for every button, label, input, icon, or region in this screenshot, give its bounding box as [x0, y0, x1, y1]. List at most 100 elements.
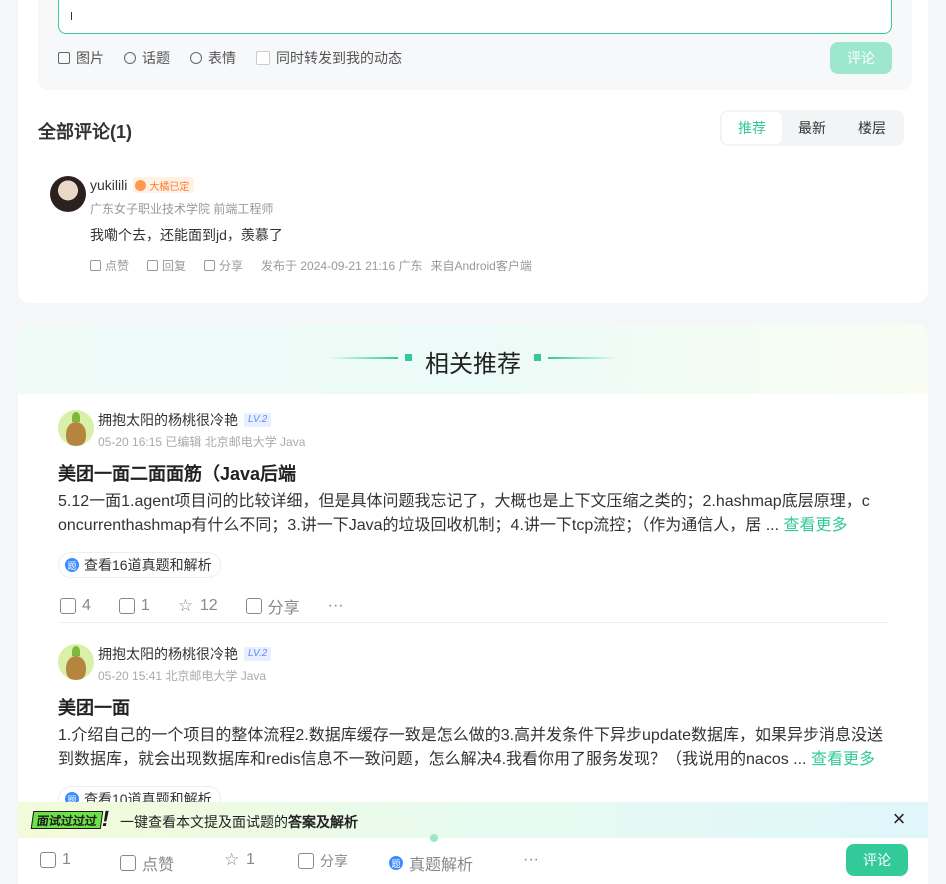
- post-author: 拥抱太阳的杨桃很冷艳 LV.2: [98, 644, 272, 664]
- bottom-share-button[interactable]: 分享: [298, 851, 348, 871]
- bottom-star-button[interactable]: ☆ 1: [224, 851, 255, 869]
- bottom-like-label: 点赞: [142, 857, 175, 874]
- tab-latest[interactable]: 最新: [782, 112, 842, 144]
- post-body-line: 到数据库，就会出现数据库和redis信息不一致问题，怎么解决4.我看你用了服务发…: [58, 751, 811, 768]
- list-item[interactable]: 拥抱太阳的杨桃很冷艳 LV.2 05-20 15:41 北京邮电大学 Java …: [58, 644, 888, 812]
- star-icon: ☆: [224, 850, 240, 869]
- topic-button[interactable]: 话题: [124, 48, 170, 68]
- comment-share-button[interactable]: 分享: [204, 257, 243, 274]
- questions-link[interactable]: 题 查看16道真题和解析: [58, 552, 221, 578]
- post-body: 5.12一面1.agent项目问的比较详细，但是具体问题我忘记了，大概也是上下文…: [58, 490, 888, 538]
- share-icon: [245, 598, 262, 614]
- topic-label: 话题: [142, 50, 170, 66]
- level-badge: LV.2: [244, 413, 272, 427]
- header-square-right: [534, 354, 541, 361]
- share-label: 分享: [267, 600, 300, 617]
- indicator-dot: [430, 834, 438, 842]
- post-body-line: oncurrenthashmap有什么不同；3.讲一下Java的垃圾回收机制；4…: [58, 517, 784, 534]
- question-icon: 题: [65, 558, 79, 572]
- share-button[interactable]: 分享: [245, 594, 300, 618]
- repost-checkbox[interactable]: 同时转发到我的动态: [256, 48, 402, 68]
- post-body-line: 5.12一面1.agent项目问的比较详细，但是具体问题我忘记了，大概也是上下文…: [58, 493, 870, 510]
- share-icon: [298, 853, 314, 869]
- header-line-right: [548, 357, 618, 359]
- comment-author-subtitle: 广东女子职业技术学院 前端工程师: [90, 202, 274, 216]
- comment-button[interactable]: 1: [118, 597, 150, 615]
- post-meta: 05-20 16:15 已编辑 北京邮电大学 Java: [98, 435, 306, 449]
- thumbs-up-icon: [60, 598, 76, 614]
- reply-icon: [147, 260, 159, 271]
- bottom-share-label: 分享: [320, 853, 348, 869]
- list-item[interactable]: 拥抱太阳的杨桃很冷艳 LV.2 05-20 16:15 已编辑 北京邮电大学 J…: [58, 410, 888, 617]
- thumbs-up-icon: [90, 260, 101, 271]
- more-button[interactable]: ···: [328, 597, 344, 615]
- comment-username[interactable]: yukilili: [90, 177, 127, 193]
- author-name[interactable]: 拥抱太阳的杨桃很冷艳: [98, 410, 238, 430]
- post-actions: 4 1 ☆ 12 分享 ···: [60, 594, 344, 618]
- bottom-comment-button[interactable]: 1: [40, 851, 71, 869]
- avatar[interactable]: [58, 410, 94, 446]
- editor-toolbar: 图片 话题 表情 同时转发到我的动态: [58, 48, 402, 68]
- post-title[interactable]: 美团一面: [58, 694, 130, 720]
- bottom-more-button[interactable]: ···: [523, 851, 539, 869]
- comment-like-button[interactable]: 点赞: [90, 257, 129, 274]
- text-caret: [71, 12, 72, 20]
- repost-label: 同时转发到我的动态: [276, 50, 402, 66]
- badge-label: 大橘已定: [149, 181, 190, 193]
- image-button[interactable]: 图片: [58, 48, 104, 68]
- post-title[interactable]: 美团一面二面面筋（Java后端: [58, 460, 296, 486]
- promo-tag: 面试过过过: [30, 811, 104, 829]
- comment-author: yukilili 大橘已定: [90, 177, 195, 193]
- author-name[interactable]: 拥抱太阳的杨桃很冷艳: [98, 644, 238, 664]
- see-more-link[interactable]: 查看更多: [811, 751, 875, 768]
- star-button[interactable]: ☆ 12: [178, 597, 218, 615]
- tab-floor[interactable]: 楼层: [842, 112, 902, 144]
- checkbox-box[interactable]: [256, 51, 270, 65]
- comment-client: 来自Android客户端: [430, 259, 532, 273]
- badge-icon: [135, 179, 147, 191]
- promo-banner[interactable]: 面试过过过 ! 一键查看本文提及面试题的答案及解析 ×: [18, 802, 928, 838]
- post-author: 拥抱太阳的杨桃很冷艳 LV.2: [98, 410, 272, 430]
- promo-text-bold: 答案及解析: [288, 814, 358, 830]
- all-comments-title: 全部评论(1): [38, 122, 132, 142]
- avatar[interactable]: [58, 644, 94, 680]
- promo-text-prefix: 一键查看本文提及面试题的: [120, 814, 288, 830]
- bottom-comment-submit-button[interactable]: 评论: [846, 844, 908, 876]
- bottom-star-count: 1: [246, 851, 255, 868]
- bottom-action-bar: 1 点赞 ☆ 1 分享 题 真题解析 ··· 评论: [18, 834, 928, 884]
- star-count: 12: [199, 597, 218, 614]
- like-button[interactable]: 4: [60, 597, 91, 615]
- related-section: 相关推荐 拥抱太阳的杨桃很冷艳 LV.2 05-20 16:15 已编辑 北京邮…: [18, 324, 928, 884]
- comment-section: 图片 话题 表情 同时转发到我的动态 评论 全部评论(1) 推荐 最新 楼层 y…: [18, 0, 928, 303]
- topic-icon: [124, 52, 136, 64]
- sort-tabs: 推荐 最新 楼层: [720, 110, 904, 146]
- bottom-like-button[interactable]: 点赞: [120, 851, 174, 875]
- avatar[interactable]: [50, 176, 86, 212]
- submit-comment-button[interactable]: 评论: [830, 42, 892, 74]
- comment-count: 1: [140, 597, 150, 614]
- bottom-analysis-button[interactable]: 题 真题解析: [389, 851, 473, 875]
- comment-reply-button[interactable]: 回复: [147, 257, 186, 274]
- close-icon[interactable]: ×: [888, 808, 910, 831]
- bottom-analysis-label: 真题解析: [409, 857, 474, 874]
- divider: [58, 622, 888, 623]
- post-body-line: 1.介绍自己的一个项目的整体流程2.数据库缓存一致是怎么做的3.高并发条件下异步…: [58, 727, 883, 744]
- comment-editor: 图片 话题 表情 同时转发到我的动态 评论: [38, 0, 912, 90]
- promo-text: 一键查看本文提及面试题的答案及解析: [120, 812, 358, 832]
- emoji-button[interactable]: 表情: [190, 48, 236, 68]
- thumbs-up-icon: [120, 855, 136, 871]
- share-icon: [204, 260, 216, 271]
- exclamation-icon: !: [99, 806, 112, 831]
- status-badge: 大橘已定: [133, 177, 195, 193]
- tab-recommended[interactable]: 推荐: [722, 112, 782, 144]
- see-more-link[interactable]: 查看更多: [783, 517, 847, 534]
- comment-icon: [118, 598, 135, 614]
- related-header: 相关推荐: [18, 324, 928, 394]
- question-icon: 题: [389, 856, 403, 870]
- level-badge: LV.2: [244, 647, 272, 661]
- post-body: 1.介绍自己的一个项目的整体流程2.数据库缓存一致是怎么做的3.高并发条件下异步…: [58, 724, 888, 772]
- share-label: 分享: [219, 259, 244, 273]
- comment-input[interactable]: [58, 0, 892, 34]
- comment-timestamp: 发布于 2024-09-21 21:16 广东: [261, 259, 423, 273]
- comment-text: 我嘞个去，还能面到jd，羡慕了: [90, 227, 283, 243]
